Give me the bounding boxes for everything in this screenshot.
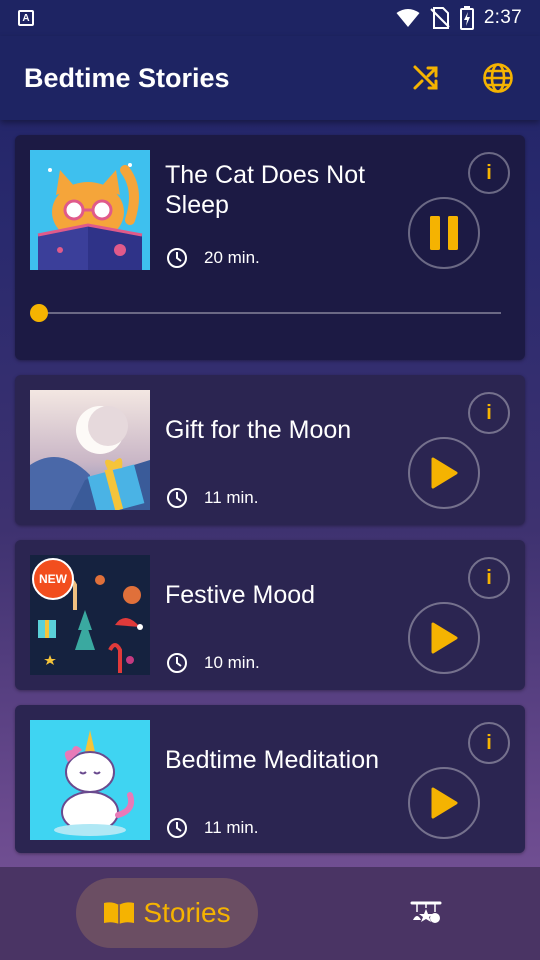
nav-lullabies-tab[interactable] bbox=[403, 895, 449, 931]
story-duration: 20 min. bbox=[166, 247, 260, 269]
story-card-bedtime-meditation[interactable]: Bedtime Meditation 11 min. i bbox=[15, 705, 525, 853]
duration-text: 20 min. bbox=[204, 248, 260, 267]
progress-bar[interactable] bbox=[30, 304, 501, 322]
nav-stories-label: Stories bbox=[143, 897, 231, 928]
play-icon bbox=[431, 457, 458, 489]
shuffle-button[interactable] bbox=[408, 60, 444, 96]
story-title: The Cat Does Not Sleep bbox=[165, 161, 366, 219]
no-sim-icon bbox=[430, 7, 450, 29]
status-bar: A 2:37 bbox=[0, 0, 540, 36]
story-duration: 11 min. bbox=[166, 817, 259, 839]
book-icon bbox=[104, 902, 135, 924]
status-time: 2:37 bbox=[483, 7, 522, 28]
wifi-icon bbox=[396, 9, 420, 27]
mobile-toy-icon bbox=[410, 901, 442, 923]
story-thumbnail bbox=[30, 150, 150, 270]
story-card-festive-mood[interactable]: NEW Festive Mood 10 min. i bbox=[15, 540, 525, 690]
clock-icon bbox=[167, 248, 187, 268]
shuffle-icon bbox=[413, 65, 438, 90]
info-button[interactable]: i bbox=[468, 392, 510, 434]
play-button[interactable] bbox=[408, 767, 480, 839]
story-title: Gift for the Moon bbox=[165, 416, 352, 444]
story-duration: 11 min. bbox=[166, 487, 259, 509]
clock-icon bbox=[167, 653, 187, 673]
app-title: Bedtime Stories bbox=[24, 62, 230, 93]
story-thumbnail: NEW bbox=[30, 555, 150, 675]
globe-icon bbox=[483, 63, 513, 93]
pause-icon bbox=[430, 216, 458, 250]
nav-stories-tab[interactable]: Stories bbox=[76, 878, 258, 948]
progress-thumb[interactable] bbox=[30, 304, 48, 322]
new-badge: NEW bbox=[32, 558, 74, 600]
info-icon: i bbox=[486, 566, 492, 589]
app-bar: Bedtime Stories bbox=[0, 36, 540, 120]
unicorn-meditation-illustration bbox=[30, 720, 150, 840]
story-duration: 10 min. bbox=[166, 652, 260, 674]
story-list: The Cat Does Not Sleep 20 min. i Gift fo… bbox=[15, 135, 525, 868]
clock-icon bbox=[167, 818, 187, 838]
story-card-gift-for-the-moon[interactable]: Gift for the Moon 11 min. i bbox=[15, 375, 525, 525]
bottom-navigation: Stories bbox=[0, 867, 540, 960]
play-button[interactable] bbox=[408, 602, 480, 674]
info-button[interactable]: i bbox=[468, 557, 510, 599]
pause-button[interactable] bbox=[408, 197, 480, 269]
story-card-cat-does-not-sleep[interactable]: The Cat Does Not Sleep 20 min. i bbox=[15, 135, 525, 360]
duration-text: 10 min. bbox=[204, 653, 260, 672]
info-button[interactable]: i bbox=[468, 722, 510, 764]
cat-reading-illustration bbox=[30, 150, 150, 270]
play-icon bbox=[431, 787, 458, 819]
duration-text: 11 min. bbox=[204, 488, 259, 507]
language-button[interactable] bbox=[480, 60, 516, 96]
story-thumbnail bbox=[30, 390, 150, 510]
clock-icon bbox=[167, 488, 187, 508]
story-thumbnail bbox=[30, 720, 150, 840]
play-button[interactable] bbox=[408, 437, 480, 509]
story-title: Festive Mood bbox=[165, 581, 316, 609]
battery-charging-icon bbox=[459, 6, 474, 30]
story-title: Bedtime Meditation bbox=[165, 746, 380, 774]
info-icon: i bbox=[486, 731, 492, 754]
app-notification-icon: A bbox=[18, 10, 34, 26]
info-button[interactable]: i bbox=[468, 152, 510, 194]
duration-text: 11 min. bbox=[204, 818, 259, 837]
play-icon bbox=[431, 622, 458, 654]
info-icon: i bbox=[486, 401, 492, 424]
moon-gift-illustration bbox=[30, 390, 150, 510]
info-icon: i bbox=[486, 161, 492, 184]
